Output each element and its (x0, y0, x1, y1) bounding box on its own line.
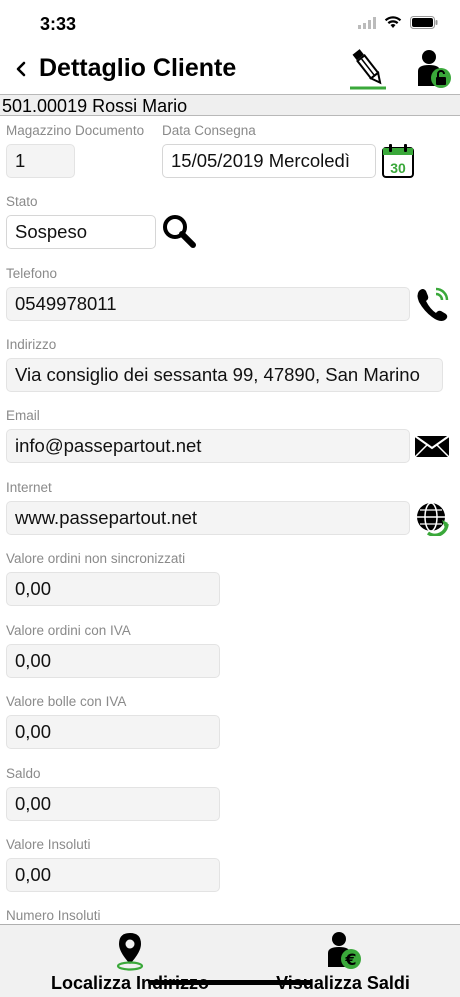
unpaid-value-label: Valore Insoluti (6, 837, 91, 852)
phone-field[interactable]: 0549978011 (6, 287, 410, 321)
customer-header: 501.00019 Rossi Mario (0, 94, 460, 116)
status-time: 3:33 (40, 14, 77, 34)
search-icon (163, 215, 196, 248)
delivery-date-field[interactable]: 15/05/2019 Mercoledì (162, 144, 376, 178)
email-label: Email (6, 408, 40, 423)
warehouse-label: Magazzino Documento (6, 123, 145, 138)
address-label: Indirizzo (6, 337, 57, 352)
status-icons (358, 16, 438, 34)
back-button[interactable] (10, 54, 34, 84)
open-website-button[interactable] (414, 500, 450, 537)
wifi-icon (384, 16, 402, 34)
internet-label: Internet (6, 480, 52, 495)
call-button[interactable] (414, 285, 450, 323)
svg-text:€: € (344, 950, 356, 969)
email-field[interactable]: info@passepartout.net (6, 429, 410, 463)
phone-icon (417, 287, 449, 321)
view-balances-button[interactable]: € Visualizza Saldi (228, 925, 458, 997)
warehouse-field[interactable]: 1 (6, 144, 75, 178)
unsynced-orders-label: Valore ordini non sincronizzati (6, 551, 186, 566)
search-button[interactable] (160, 212, 198, 250)
delivery-notes-vat-field[interactable]: 0,00 (6, 715, 220, 749)
internet-field[interactable]: www.passepartout.net (6, 501, 410, 535)
unsynced-orders-field[interactable]: 0,00 (6, 572, 220, 606)
orders-vat-field[interactable]: 0,00 (6, 644, 220, 678)
address-field[interactable]: Via consiglio dei sessanta 99, 47890, Sa… (6, 358, 443, 392)
home-indicator (148, 980, 312, 985)
user-lock-button[interactable] (410, 46, 456, 92)
phone-label: Telefono (6, 266, 58, 281)
edit-button[interactable] (346, 46, 390, 92)
delivery-notes-vat-label: Valore bolle con IVA (6, 694, 127, 709)
calendar-button[interactable]: 30 (381, 143, 415, 179)
chevron-left-icon (16, 61, 26, 77)
send-email-button[interactable] (414, 433, 450, 459)
globe-icon (417, 502, 449, 537)
calendar-icon: 30 (382, 144, 414, 178)
state-label: Stato (6, 194, 38, 209)
bottom-toolbar: Localizza Indirizzo € Visualizza Saldi (0, 924, 460, 997)
pencil-edit-icon (350, 49, 386, 90)
user-lock-icon (418, 50, 451, 88)
status-bar: 3:33 (0, 0, 460, 44)
balance-field[interactable]: 0,00 (6, 787, 220, 821)
map-pin-icon (116, 933, 144, 971)
state-field[interactable]: Sospeso (6, 215, 156, 249)
unpaid-count-label: Numero Insoluti (6, 908, 101, 923)
navigation-bar: Dettaglio Cliente (0, 44, 460, 94)
envelope-icon (414, 435, 450, 458)
battery-icon (410, 16, 438, 34)
locate-address-button[interactable]: Localizza Indirizzo (15, 925, 245, 997)
calendar-day-number: 30 (390, 160, 406, 176)
orders-vat-label: Valore ordini con IVA (6, 623, 131, 638)
page-title: Dettaglio Cliente (39, 54, 237, 82)
user-euro-icon: € (328, 932, 361, 969)
unpaid-value-field[interactable]: 0,00 (6, 858, 220, 892)
delivery-date-label: Data Consegna (162, 123, 256, 138)
signal-icon (358, 16, 376, 34)
balance-label: Saldo (6, 766, 41, 781)
